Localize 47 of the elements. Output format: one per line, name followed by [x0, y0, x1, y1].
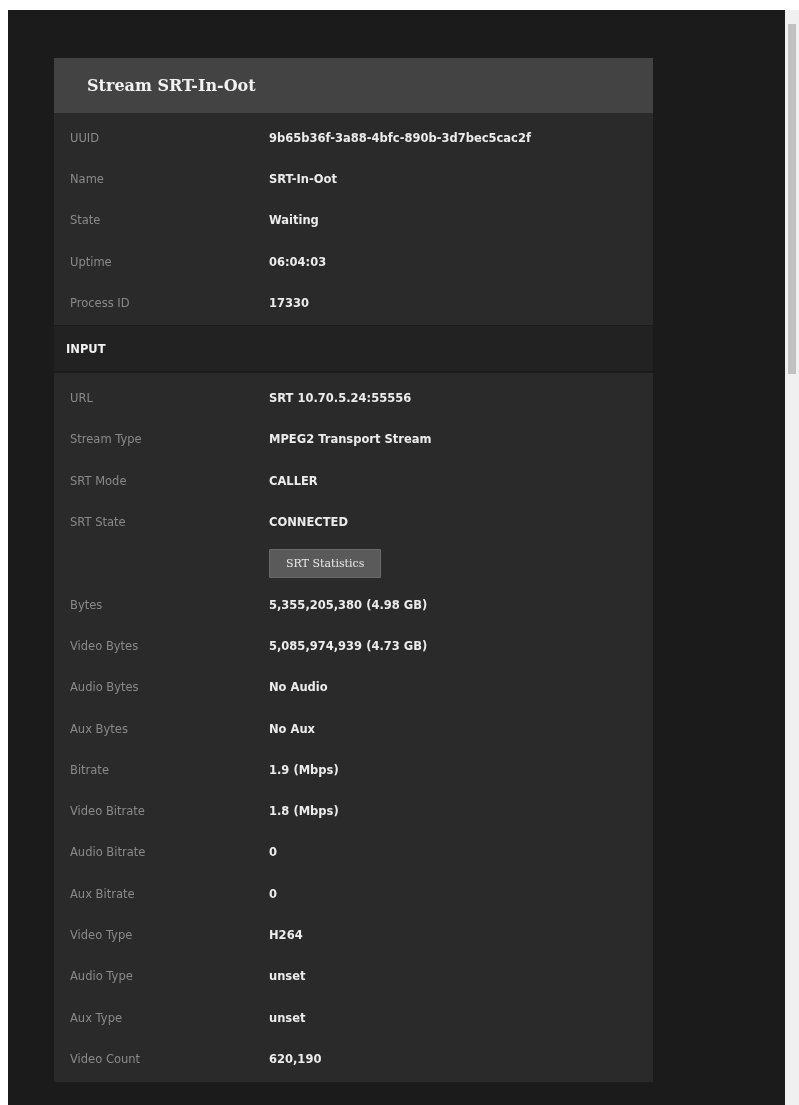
- field-value: 0: [269, 845, 278, 860]
- field-label: Audio Bitrate: [70, 845, 147, 860]
- field-label: Audio Type: [70, 969, 134, 984]
- field-value: 5,355,205,380 (4.98 GB): [269, 597, 429, 612]
- field-value: 06:04:03: [269, 254, 328, 269]
- field-label: Aux Type: [70, 1010, 124, 1025]
- field-value: CALLER: [269, 473, 319, 488]
- field-value: Waiting: [269, 213, 320, 228]
- field-value: 620,190: [269, 1051, 323, 1066]
- field-value: 9b65b36f-3a88-4bfc-890b-3d7bec5cac2f: [269, 130, 532, 145]
- scrollbar[interactable]: [785, 10, 799, 1105]
- field-label: Video Bytes: [70, 638, 140, 653]
- section-title: INPUT: [66, 342, 106, 356]
- field-value: SRT 10.70.5.24:55556: [269, 391, 413, 406]
- field-value: SRT-In-Oot: [269, 171, 338, 186]
- field-label: Uptime: [70, 254, 113, 269]
- field-label: Video Bitrate: [70, 804, 146, 819]
- field-label: UUID: [70, 130, 101, 145]
- scrollbar-thumb[interactable]: [788, 24, 796, 374]
- field-value: CONNECTED: [269, 515, 349, 529]
- srt-statistics-button[interactable]: SRT Statistics: [269, 548, 382, 578]
- field-label: State: [70, 213, 102, 228]
- panel-title: Stream SRT-In-Oot: [87, 76, 256, 95]
- field-label: Aux Bytes: [70, 721, 129, 736]
- field-value: unset: [269, 969, 307, 984]
- field-value: 0: [269, 886, 278, 901]
- field-label: Video Type: [70, 928, 134, 942]
- field-label: Bytes: [70, 597, 104, 612]
- field-value: 1.9 (Mbps): [269, 762, 340, 777]
- field-label: Name: [70, 171, 105, 186]
- field-value: No Audio: [269, 680, 329, 695]
- field-value: 1.8 (Mbps): [269, 804, 340, 819]
- field-label: SRT State: [70, 515, 127, 529]
- field-value: No Aux: [269, 721, 317, 736]
- field-value: H264: [269, 928, 304, 942]
- field-label: Aux Bitrate: [70, 886, 136, 901]
- field-label: Process ID: [70, 295, 131, 310]
- field-value: 17330: [269, 295, 310, 310]
- field-label: Audio Bytes: [70, 680, 140, 695]
- field-label: URL: [70, 391, 94, 406]
- field-label: SRT Mode: [70, 473, 128, 488]
- field-label: Stream Type: [70, 432, 143, 447]
- field-label: Video Count: [70, 1051, 142, 1066]
- field-value: MPEG2 Transport Stream: [269, 432, 433, 447]
- field-value: unset: [269, 1010, 307, 1025]
- field-value: 5,085,974,939 (4.73 GB): [269, 638, 429, 653]
- field-label: Bitrate: [70, 762, 110, 777]
